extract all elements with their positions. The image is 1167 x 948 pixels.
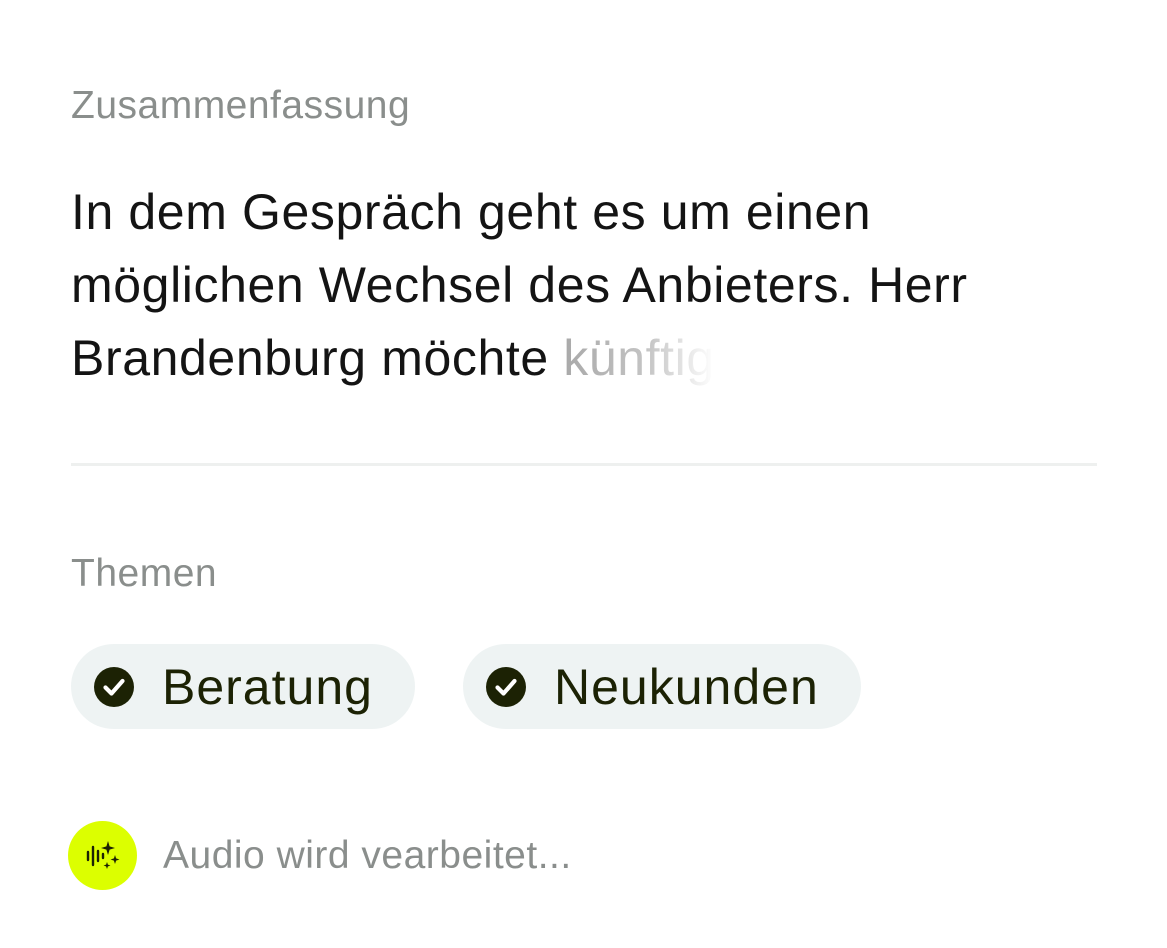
summary-text-fading: künftig xyxy=(563,330,715,386)
summary-text-visible: In dem Gespräch geht es um einen möglich… xyxy=(71,184,968,386)
summary-heading: Zusammenfassung xyxy=(71,84,411,127)
summary-text: In dem Gespräch geht es um einen möglich… xyxy=(71,176,1111,395)
topic-chip-label: Neukunden xyxy=(554,658,819,715)
audio-processing-badge xyxy=(68,821,137,890)
check-circle-icon xyxy=(486,666,526,707)
topic-chip-beratung[interactable]: Beratung xyxy=(71,644,415,729)
topics-heading: Themen xyxy=(71,552,218,595)
topic-chip-label: Beratung xyxy=(162,658,373,715)
audio-waveform-sparkle-icon xyxy=(86,840,119,869)
section-divider xyxy=(71,463,1097,466)
status-text: Audio wird vearbeitet... xyxy=(163,833,572,877)
topic-chip-neukunden[interactable]: Neukunden xyxy=(463,644,861,729)
processing-status: Audio wird vearbeitet... xyxy=(68,821,572,890)
check-circle-icon xyxy=(94,666,134,707)
